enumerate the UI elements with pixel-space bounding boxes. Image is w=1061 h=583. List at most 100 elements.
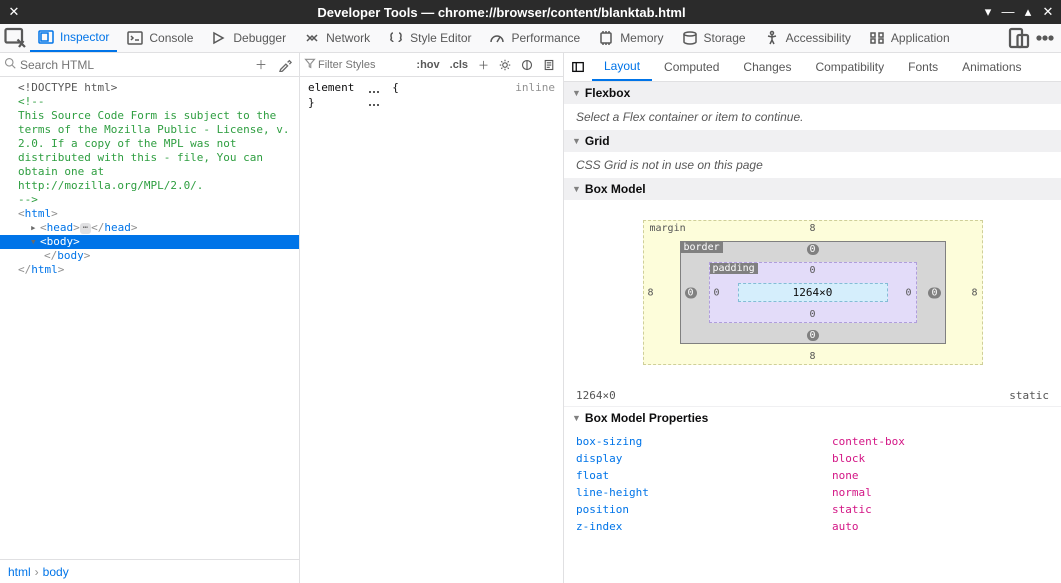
- filter-icon: [304, 57, 316, 72]
- rtab-compatibility[interactable]: Compatibility: [803, 53, 896, 81]
- tab-memory[interactable]: Memory: [590, 24, 671, 52]
- doctype-row[interactable]: <!DOCTYPE html>: [0, 81, 299, 95]
- tab-label: Debugger: [233, 31, 286, 45]
- add-rule-icon[interactable]: ＋: [474, 55, 493, 75]
- titlebar: ✕ Developer Tools — chrome://browser/con…: [0, 0, 1061, 24]
- box-model-diagram: margin 8 8 8 8 border 0 0 0 0 padding 0: [564, 200, 1061, 385]
- tab-label: Application: [891, 31, 950, 45]
- padding-right[interactable]: 0: [905, 287, 911, 298]
- eyedropper-icon[interactable]: [275, 55, 295, 75]
- prop-name[interactable]: line-height: [576, 486, 832, 499]
- markup-pane: ＋ <!DOCTYPE html> <!-- This Source Code …: [0, 53, 300, 583]
- prop-name[interactable]: float: [576, 469, 832, 482]
- tab-inspector[interactable]: Inspector: [30, 24, 117, 52]
- maximize-icon[interactable]: ▴: [1021, 4, 1035, 20]
- prop-name[interactable]: box-sizing: [576, 435, 832, 448]
- layout-sidebar-icon[interactable]: [568, 57, 588, 77]
- head-row[interactable]: ▸<head>⋯</head>: [0, 221, 299, 235]
- prop-row: line-heightnormal: [576, 484, 1049, 501]
- breadcrumb-body[interactable]: body: [43, 565, 69, 579]
- light-mode-icon[interactable]: [495, 57, 515, 73]
- responsive-mode-icon[interactable]: [1007, 26, 1031, 50]
- collapsed-ellipsis[interactable]: ⋯: [80, 223, 91, 234]
- tab-application[interactable]: Application: [861, 24, 958, 52]
- tab-network[interactable]: Network: [296, 24, 378, 52]
- window-chevron-down-icon[interactable]: ▾: [981, 4, 995, 20]
- filter-styles-input[interactable]: [318, 59, 410, 71]
- padding-top[interactable]: 0: [809, 265, 815, 276]
- prop-row: displayblock: [576, 450, 1049, 467]
- rtab-animations[interactable]: Animations: [950, 53, 1033, 81]
- tab-label: Memory: [620, 31, 663, 45]
- body-open-row[interactable]: ▾<body>: [0, 235, 299, 249]
- box-stat-size: 1264×0: [576, 389, 616, 402]
- tab-performance[interactable]: Performance: [481, 24, 588, 52]
- cls-toggle[interactable]: .cls: [446, 57, 472, 73]
- rtab-fonts[interactable]: Fonts: [896, 53, 950, 81]
- breadcrumb-html[interactable]: html: [8, 565, 31, 579]
- rule-selector[interactable]: element: [308, 81, 354, 94]
- rtab-layout[interactable]: Layout: [592, 53, 652, 81]
- prop-value[interactable]: none: [832, 469, 859, 482]
- section-grid-header[interactable]: ▼ Grid: [564, 130, 1061, 152]
- body-close-row[interactable]: </body>: [0, 249, 299, 263]
- prop-name[interactable]: display: [576, 452, 832, 465]
- tab-console[interactable]: Console: [119, 24, 201, 52]
- tab-label: Storage: [704, 31, 746, 45]
- html-open[interactable]: <html>: [0, 207, 299, 221]
- print-media-icon[interactable]: [539, 57, 559, 73]
- tab-accessibility[interactable]: Accessibility: [756, 24, 859, 52]
- margin-top[interactable]: 8: [809, 223, 815, 234]
- html-close[interactable]: </html>: [0, 263, 299, 277]
- add-node-icon[interactable]: ＋: [251, 55, 271, 75]
- minimize-icon[interactable]: —: [1001, 4, 1015, 20]
- section-flexbox-header[interactable]: ▼ Flexbox: [564, 82, 1061, 104]
- section-boxprops-header[interactable]: ▼ Box Model Properties: [564, 406, 1061, 429]
- rules-pane: :hov .cls ＋ inline element { }: [300, 53, 564, 583]
- margin-bottom[interactable]: 8: [809, 351, 815, 362]
- rtab-changes[interactable]: Changes: [731, 53, 803, 81]
- box-stat-position: static: [1009, 389, 1049, 402]
- padding-label: padding: [710, 263, 758, 274]
- prop-name[interactable]: position: [576, 503, 832, 516]
- margin-right[interactable]: 8: [971, 287, 977, 298]
- close-window-icon[interactable]: ✕: [6, 4, 22, 20]
- prop-row: floatnone: [576, 467, 1049, 484]
- border-top[interactable]: 0: [806, 244, 818, 255]
- tab-storage[interactable]: Storage: [674, 24, 754, 52]
- chevron-down-icon: ▼: [572, 88, 581, 98]
- grid-message: CSS Grid is not in use on this page: [564, 152, 1061, 178]
- prop-row: z-indexauto: [576, 518, 1049, 535]
- prop-value[interactable]: auto: [832, 520, 859, 533]
- rtab-computed[interactable]: Computed: [652, 53, 731, 81]
- prop-value[interactable]: static: [832, 503, 872, 516]
- close-icon[interactable]: ✕: [1041, 4, 1055, 20]
- prop-value[interactable]: content-box: [832, 435, 905, 448]
- prop-name[interactable]: z-index: [576, 520, 832, 533]
- section-boxmodel-header[interactable]: ▼ Box Model: [564, 178, 1061, 200]
- dark-mode-icon[interactable]: [517, 57, 537, 73]
- border-left[interactable]: 0: [685, 287, 697, 298]
- prop-row: positionstatic: [576, 501, 1049, 518]
- more-icon[interactable]: [1033, 26, 1057, 50]
- chevron-down-icon: ▼: [572, 184, 581, 194]
- hov-toggle[interactable]: :hov: [412, 57, 443, 73]
- prop-value[interactable]: normal: [832, 486, 872, 499]
- html-tree[interactable]: <!DOCTYPE html> <!-- This Source Code Fo…: [0, 77, 299, 559]
- content-size[interactable]: 1264×0: [738, 283, 888, 302]
- border-right[interactable]: 0: [928, 287, 940, 298]
- comment-row[interactable]: <!-- This Source Code Form is subject to…: [0, 95, 299, 207]
- border-bottom[interactable]: 0: [806, 330, 818, 341]
- padding-left[interactable]: 0: [714, 287, 720, 298]
- margin-left[interactable]: 8: [648, 287, 654, 298]
- padding-bottom[interactable]: 0: [809, 309, 815, 320]
- tab-style-editor[interactable]: Style Editor: [380, 24, 479, 52]
- chevron-down-icon: ▼: [572, 413, 581, 423]
- tab-debugger[interactable]: Debugger: [203, 24, 294, 52]
- tab-label: Network: [326, 31, 370, 45]
- tab-label: Performance: [511, 31, 580, 45]
- prop-value[interactable]: block: [832, 452, 865, 465]
- search-html-input[interactable]: [20, 58, 247, 72]
- pick-element-icon[interactable]: [4, 26, 28, 50]
- rules-list: inline element { }: [300, 77, 563, 583]
